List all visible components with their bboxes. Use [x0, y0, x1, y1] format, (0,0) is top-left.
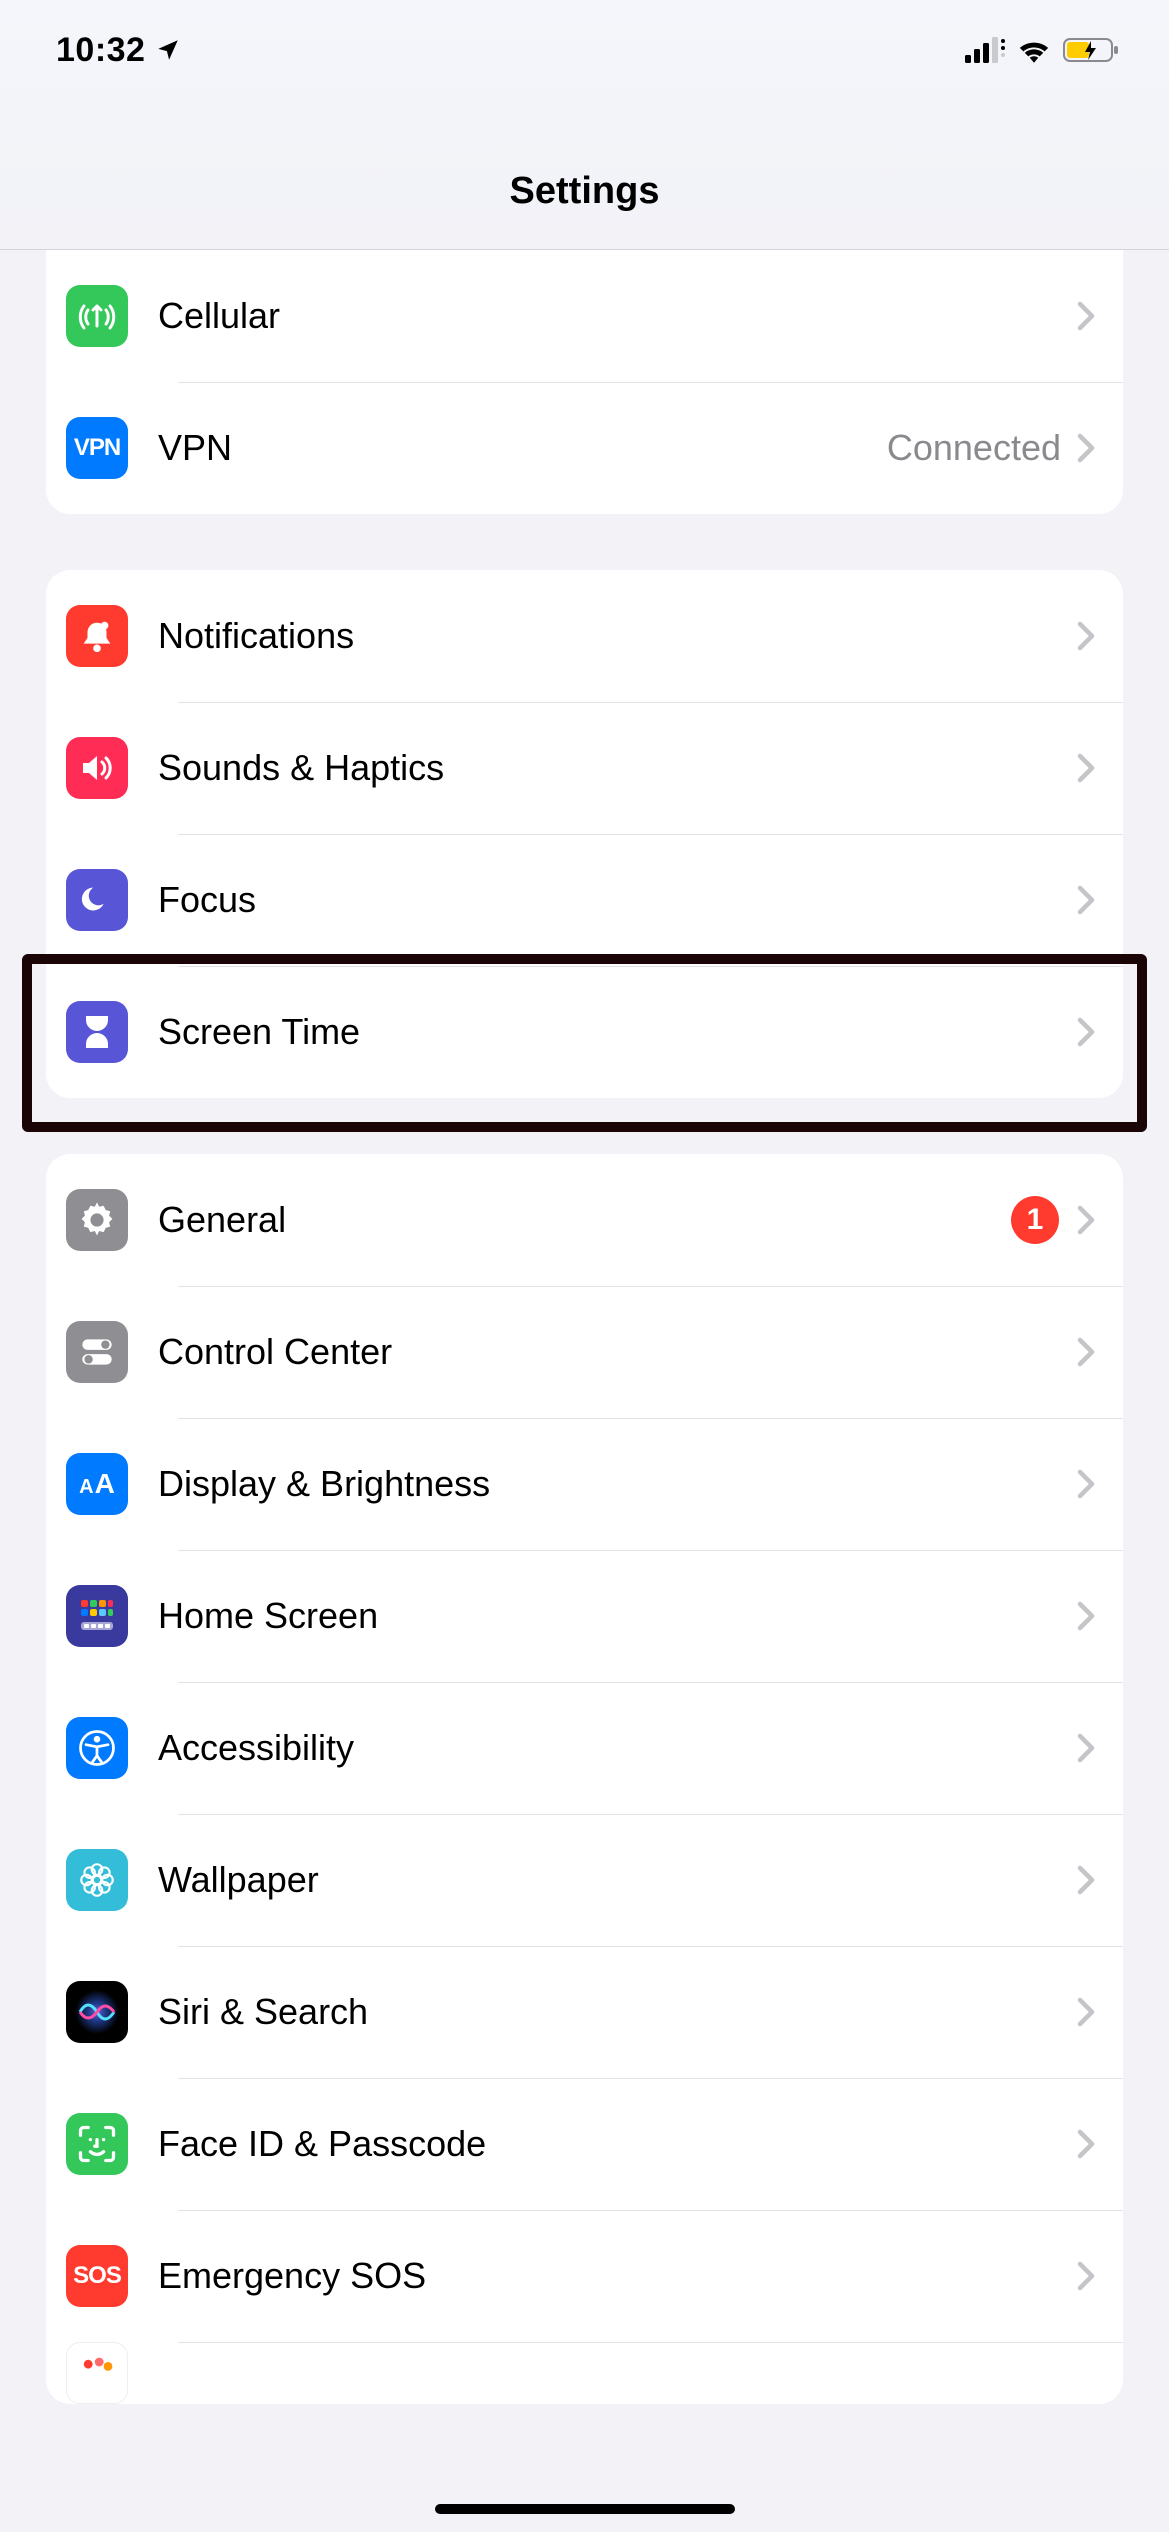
- settings-row-siri[interactable]: Siri & Search: [46, 1946, 1123, 2078]
- row-detail: Connected: [887, 427, 1061, 469]
- exposure-icon: [66, 2342, 128, 2404]
- gear-icon: [66, 1189, 128, 1251]
- settings-row-display[interactable]: AA Display & Brightness: [46, 1418, 1123, 1550]
- chevron-right-icon: [1077, 1997, 1095, 2027]
- vpn-icon: VPN: [66, 417, 128, 479]
- settings-row-wallpaper[interactable]: Wallpaper: [46, 1814, 1123, 1946]
- settings-row-homescreen[interactable]: Home Screen: [46, 1550, 1123, 1682]
- notification-badge: 1: [1011, 1196, 1059, 1244]
- chevron-right-icon: [1077, 1865, 1095, 1895]
- bell-icon: [66, 605, 128, 667]
- aa-icon: AA: [66, 1453, 128, 1515]
- wifi-icon: [1017, 37, 1051, 63]
- chevron-right-icon: [1077, 1601, 1095, 1631]
- accessibility-icon: [66, 1717, 128, 1779]
- chevron-right-icon: [1077, 2261, 1095, 2291]
- cellular-icon: [66, 285, 128, 347]
- row-label: Home Screen: [158, 1595, 1077, 1637]
- row-label: Wallpaper: [158, 1859, 1077, 1901]
- chevron-right-icon: [1077, 1337, 1095, 1367]
- settings-group-connectivity-cont: CellularVPNVPNConnected: [46, 250, 1123, 514]
- sos-icon: SOS: [66, 2245, 128, 2307]
- flower-icon: [66, 1849, 128, 1911]
- row-label: Screen Time: [158, 1011, 1077, 1053]
- battery-charging-icon: [1063, 37, 1119, 63]
- settings-group-device: General1 Control Center AA Display & Bright…: [46, 1154, 1123, 2404]
- faceid-icon: [66, 2113, 128, 2175]
- settings-row-sounds[interactable]: Sounds & Haptics: [46, 702, 1123, 834]
- status-time: 10:32: [56, 31, 145, 70]
- row-label: Accessibility: [158, 1727, 1077, 1769]
- settings-row-general[interactable]: General1: [46, 1154, 1123, 1286]
- page-title: Settings: [0, 100, 1169, 249]
- row-label: Face ID & Passcode: [158, 2123, 1077, 2165]
- chevron-right-icon: [1077, 2129, 1095, 2159]
- moon-icon: [66, 869, 128, 931]
- chevron-right-icon: [1077, 1469, 1095, 1499]
- chevron-right-icon: [1077, 885, 1095, 915]
- home-indicator[interactable]: [435, 2504, 735, 2514]
- settings-row-controlcenter[interactable]: Control Center: [46, 1286, 1123, 1418]
- chevron-right-icon: [1077, 301, 1095, 331]
- row-label: Focus: [158, 879, 1077, 921]
- chevron-right-icon: [1077, 1205, 1095, 1235]
- home-grid-icon: [66, 1585, 128, 1647]
- status-icons: [965, 37, 1119, 63]
- settings-row-focus[interactable]: Focus: [46, 834, 1123, 966]
- row-label: General: [158, 1199, 1011, 1241]
- row-label: Siri & Search: [158, 1991, 1077, 2033]
- row-label: Emergency SOS: [158, 2255, 1077, 2297]
- row-label: Cellular: [158, 295, 1077, 337]
- settings-group-attention: Notifications Sounds & Haptics Focus Screen…: [46, 570, 1123, 1098]
- settings-row-faceid[interactable]: Face ID & Passcode: [46, 2078, 1123, 2210]
- siri-icon: [66, 1981, 128, 2043]
- settings-row-notifications[interactable]: Notifications: [46, 570, 1123, 702]
- row-label: Sounds & Haptics: [158, 747, 1077, 789]
- row-label: Notifications: [158, 615, 1077, 657]
- chevron-right-icon: [1077, 433, 1095, 463]
- row-label: Control Center: [158, 1331, 1077, 1373]
- cellular-signal-icon: [965, 37, 1005, 63]
- chevron-right-icon: [1077, 621, 1095, 651]
- settings-row-emergency[interactable]: SOS Emergency SOS: [46, 2210, 1123, 2342]
- row-label: VPN: [158, 427, 887, 469]
- settings-row-cellular[interactable]: Cellular: [46, 250, 1123, 382]
- chevron-right-icon: [1077, 1017, 1095, 1047]
- location-icon: [155, 37, 181, 63]
- status-bar: 10:32: [0, 0, 1169, 100]
- settings-row-accessibility[interactable]: Accessibility: [46, 1682, 1123, 1814]
- row-label: Display & Brightness: [158, 1463, 1077, 1505]
- settings-row-screentime[interactable]: Screen Time: [46, 966, 1123, 1098]
- settings-row-exposure[interactable]: [46, 2342, 1123, 2404]
- chevron-right-icon: [1077, 753, 1095, 783]
- settings-row-vpn[interactable]: VPNVPNConnected: [46, 382, 1123, 514]
- hourglass-icon: [66, 1001, 128, 1063]
- chevron-right-icon: [1077, 1733, 1095, 1763]
- speaker-icon: [66, 737, 128, 799]
- switches-icon: [66, 1321, 128, 1383]
